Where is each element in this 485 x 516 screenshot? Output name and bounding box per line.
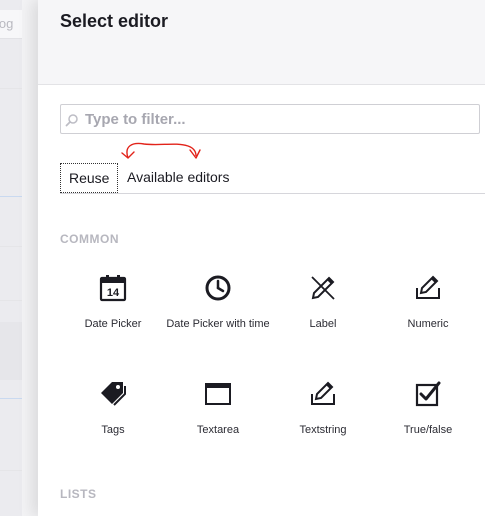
editor-textstring[interactable]: Textstring <box>270 380 376 440</box>
editor-numeric[interactable]: Numeric <box>375 274 481 334</box>
editor-textarea[interactable]: Textarea <box>165 380 271 440</box>
editor-label: Label <box>309 318 337 330</box>
tab-available-editors[interactable]: Available editors <box>127 163 229 191</box>
clock-icon <box>205 275 231 301</box>
edit-box-icon <box>416 275 440 299</box>
editor-label: Date Picker <box>84 318 142 330</box>
select-editor-panel: Select editor Reuse Available editors CO… <box>38 0 485 516</box>
section-title-lists: LISTS <box>60 487 97 501</box>
editor-label: Numeric <box>407 318 449 330</box>
editor-label: Date Picker with time <box>166 318 270 330</box>
background-strip <box>0 0 22 516</box>
editor-date-picker[interactable]: 14 Date Picker <box>60 274 166 334</box>
tags-icon <box>101 382 126 406</box>
background-tab[interactable]: log <box>0 10 22 39</box>
section-title-common: COMMON <box>60 232 119 246</box>
editor-label: True/false <box>403 424 453 436</box>
panel-title: Select editor <box>60 11 169 31</box>
editor-label: Textarea <box>196 424 240 436</box>
filter-box[interactable] <box>60 104 480 134</box>
window-icon <box>205 383 231 405</box>
pen-icon <box>311 276 335 300</box>
editor-tags[interactable]: Tags <box>60 380 166 440</box>
background-divider <box>0 246 22 247</box>
search-icon <box>65 114 78 127</box>
background-divider <box>0 398 22 399</box>
editor-tabs: Reuse Available editors <box>60 163 485 194</box>
editor-label: Textstring <box>299 424 347 436</box>
checkbox-icon <box>415 381 441 407</box>
background-block <box>0 322 22 380</box>
editor-true-false[interactable]: True/false <box>375 380 481 440</box>
editor-label: Tags <box>101 424 125 436</box>
background-divider <box>0 300 22 301</box>
svg-text:14: 14 <box>107 287 120 299</box>
editor-date-picker-with-time[interactable]: Date Picker with time <box>165 274 271 334</box>
edit-box-icon <box>311 381 335 405</box>
background-divider <box>0 88 22 89</box>
background-divider <box>0 196 22 197</box>
calendar-icon: 14 <box>99 275 127 302</box>
tab-reuse[interactable]: Reuse <box>60 163 119 193</box>
filter-input[interactable] <box>85 105 475 133</box>
panel-header: Select editor <box>38 0 485 85</box>
editor-label-item[interactable]: Label <box>270 274 376 334</box>
background-divider <box>0 470 22 471</box>
